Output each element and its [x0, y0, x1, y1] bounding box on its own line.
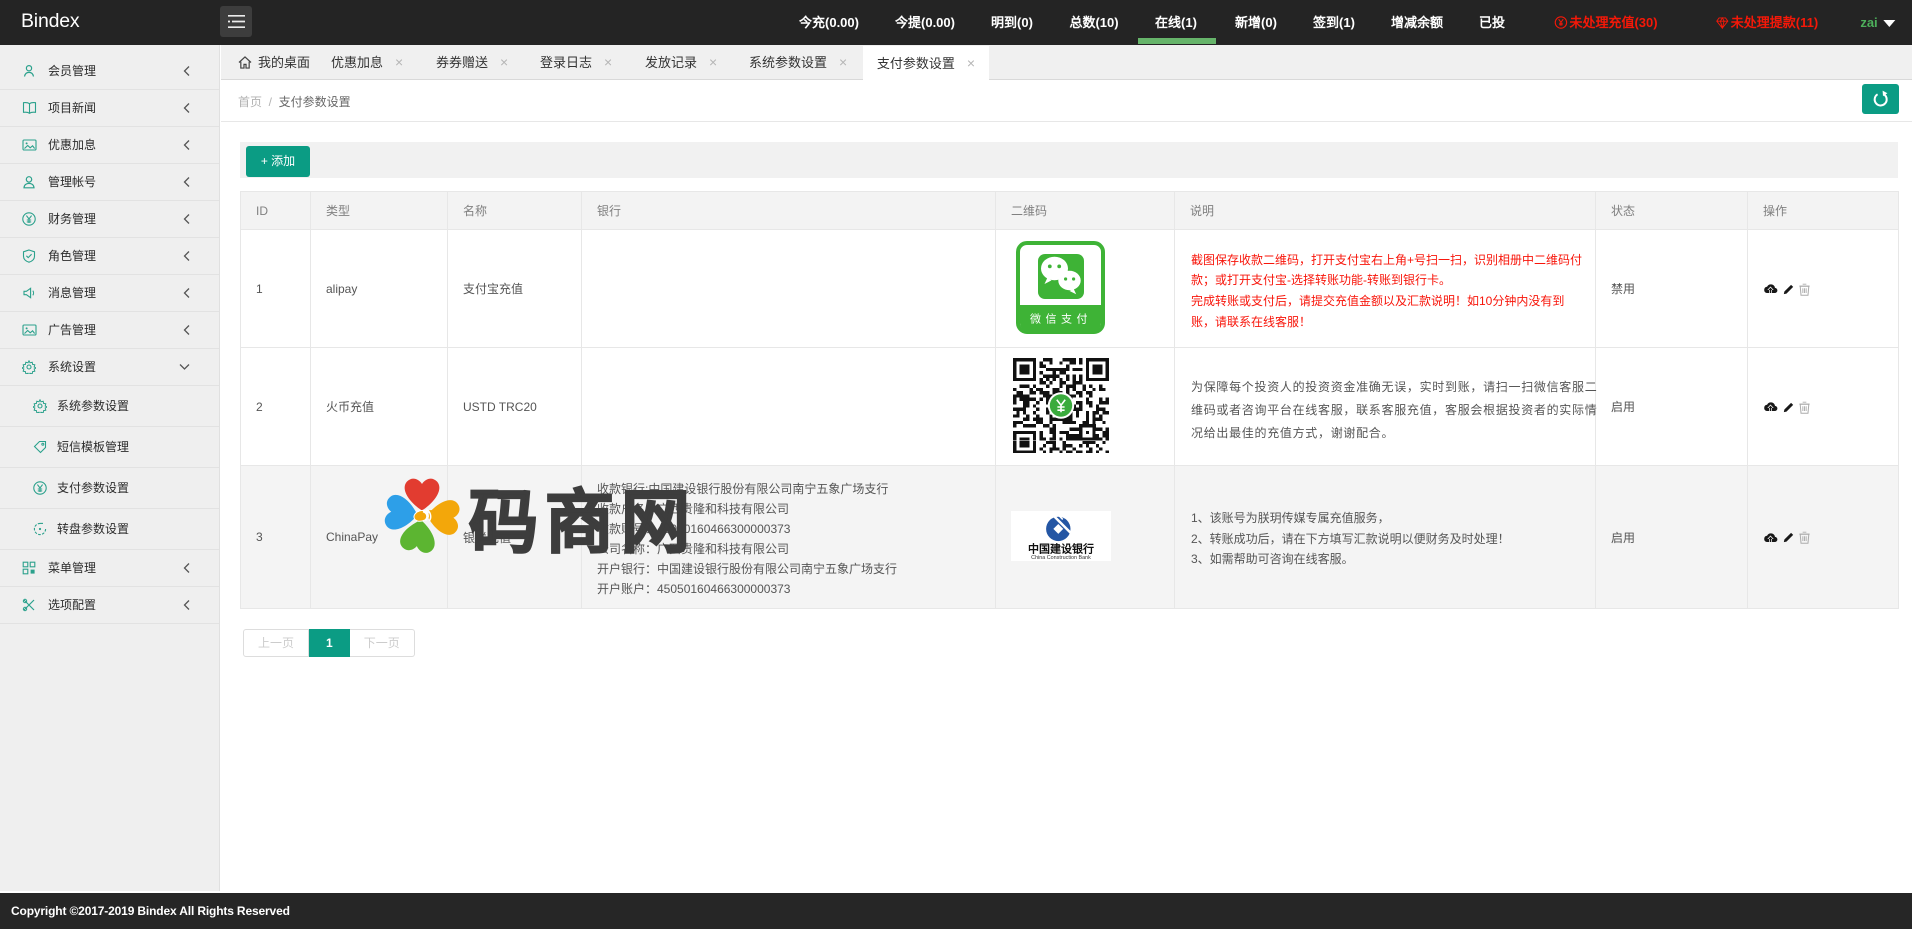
svg-text:码商网: 码商网 — [469, 484, 695, 560]
svg-text:微信支付: 微信支付 — [1030, 311, 1092, 325]
svg-text:China Construction Bank: China Construction Bank — [1031, 555, 1091, 561]
svg-text:中国建设银行: 中国建设银行 — [1028, 541, 1094, 555]
